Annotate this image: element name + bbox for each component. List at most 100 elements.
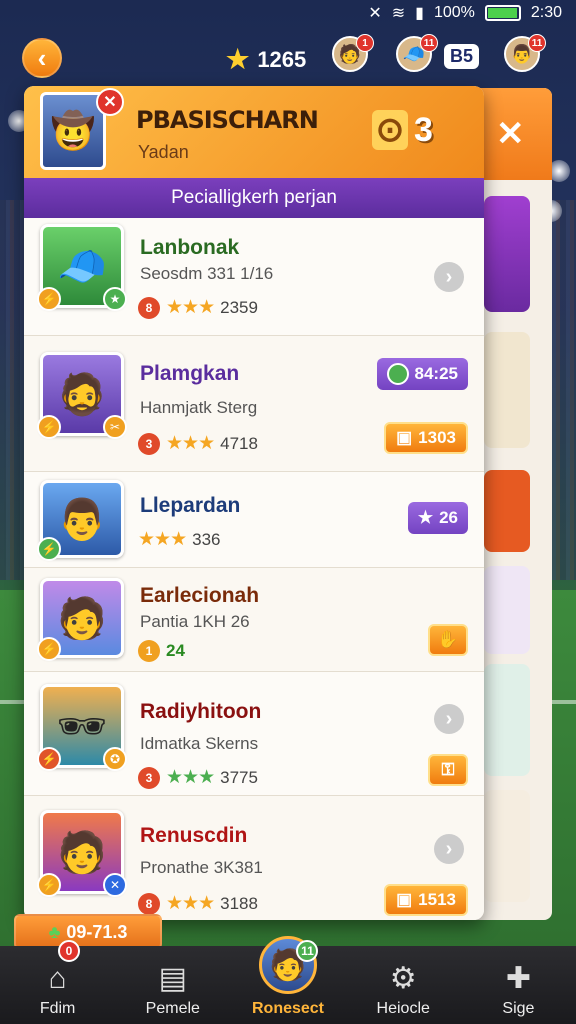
chevron-right-icon[interactable]: ›	[434, 704, 464, 734]
level-chip: B5	[444, 44, 480, 69]
code-value: 3	[414, 111, 433, 149]
list-item[interactable]: 👨 ⚡ Llepardan ★★★ 336 ★ 26	[24, 472, 484, 568]
hand-icon: ✋	[437, 630, 459, 649]
player-name: Llepardan	[140, 494, 241, 517]
avatar-icon: 🧑	[57, 830, 107, 875]
player-score: 3188	[220, 893, 258, 913]
player-subtitle: Idmatka Skerns	[140, 734, 259, 753]
reward-value: 1513	[418, 890, 456, 909]
code-display: ⊙ 3	[372, 110, 433, 150]
player-subtitle: Seosdm 331 1/16	[140, 264, 274, 283]
player-avatar: 🧑 ⚡	[37, 578, 124, 661]
player-name: Plamgkan	[140, 362, 240, 385]
clipboard-icon: ▤	[158, 962, 187, 995]
reward-button[interactable]: ▣ 1303	[384, 422, 468, 454]
list-item[interactable]: 🕶 ⚡ ✪ Radiyhitoon Idmatka Skerns 3 ★★★ 3…	[24, 672, 484, 796]
side-card	[484, 332, 530, 448]
nav-ronesect[interactable]: 🧑 11 Ronesect	[230, 936, 345, 1024]
star-icon: ★	[226, 44, 250, 74]
avatar-icon: 🕶	[56, 704, 108, 749]
friend-avatar[interactable]: 🧑 1	[332, 34, 374, 72]
stars-rating: ★★★	[166, 767, 215, 788]
side-card	[484, 790, 530, 902]
list-item[interactable]: 🧔 ⚡ ✂ Plamgkan Hanmjatk Sterg 3 ★★★ 4718…	[24, 336, 484, 472]
player-subtitle: Pronathe 3K381	[140, 858, 263, 877]
signal-icon: ▮	[415, 5, 424, 22]
section-title: Pecialligkerh perjan	[24, 178, 484, 218]
player-avatar: 🧑 ⚡ ✕	[37, 810, 127, 897]
avatar-icon: 🤠	[50, 110, 96, 151]
player-subtitle: Pantia 1KH 26	[140, 612, 250, 631]
star-badge-icon: ★	[103, 287, 127, 311]
notification-badge: 1	[356, 34, 374, 52]
rank-icon: ⚡	[37, 415, 61, 439]
badge-value: 26	[439, 508, 458, 527]
nav-sige[interactable]: ✚ Sige	[461, 946, 576, 1024]
badge-pill[interactable]: ★ 26	[407, 502, 468, 534]
player-stats: 8 ★★★ 3188	[138, 892, 258, 915]
player-stats: 1 24	[138, 640, 185, 662]
player-list-modal: 🤠 ✕ PBASISCHARN Yadan ⊙ 3 Pecialligkerh p…	[24, 86, 484, 920]
stars-rating: ★★★	[166, 297, 215, 318]
plus-icon	[386, 363, 409, 385]
list-item[interactable]: 🧑 ⚡ ✕ Renuscdin Pronathe 3K381 8 ★★★ 318…	[24, 796, 484, 920]
list-item[interactable]: 🧢 ⚡ ★ Lanbonak Seosdm 331 1/16 8 ★★★ 235…	[24, 218, 484, 336]
avatar-icon: 👨	[57, 497, 107, 542]
friend-avatar[interactable]: 👨 11	[504, 34, 546, 72]
lock-icon: ⊙	[372, 110, 408, 150]
chevron-left-icon: ‹	[37, 42, 47, 73]
star-count-value: 1265	[257, 46, 307, 72]
player-stats: 3 ★★★ 3775	[138, 766, 258, 789]
stars-rating: ★★★	[166, 893, 215, 914]
player-score: 3775	[220, 767, 258, 787]
rank-icon: ⚡	[37, 637, 61, 661]
player-score: 336	[192, 529, 221, 549]
puzzle-icon: ✚	[505, 962, 531, 995]
score-chip[interactable]: ♣ 09-71.3	[14, 914, 162, 950]
notification-badge: 11	[420, 34, 438, 52]
chevron-right-icon[interactable]: ›	[434, 834, 464, 864]
nav-heiocle[interactable]: ⚙ Heiocle	[346, 946, 461, 1024]
player-score: 2359	[220, 297, 258, 317]
player-subtitle: Hanmjatk Sterg	[140, 398, 258, 417]
side-card	[484, 196, 530, 312]
stars-rating: ★★★	[166, 433, 215, 454]
battery-percent: 100%	[433, 4, 475, 21]
notification-badge: 11	[528, 34, 546, 52]
bottom-navigation: 0 ⌂ Fdim ▤ Pemele 🧑 11 Ronesect ⚙ Heiocl…	[0, 936, 576, 1024]
timer-value: 84:25	[414, 364, 458, 383]
close-icon[interactable]: ✕	[496, 114, 525, 154]
list-item[interactable]: 🧑 ⚡ Earlecionah Pantia 1KH 26 1 24 ✋	[24, 568, 484, 672]
avatar-icon: 🧑	[57, 596, 107, 641]
player-score: 24	[166, 641, 185, 660]
modal-header: 🤠 ✕ PBASISCHARN Yadan ⊙ 3	[24, 86, 484, 178]
level-badge: 8	[138, 892, 160, 915]
player-avatar: 🕶 ⚡ ✪	[37, 684, 127, 771]
nav-label: Sige	[502, 1000, 535, 1017]
action-button[interactable]: ⚿	[428, 754, 468, 786]
close-button[interactable]: ✕	[96, 88, 124, 116]
action-button[interactable]: ✋	[428, 624, 468, 656]
side-card	[484, 664, 530, 776]
player-avatar: 🧔 ⚡ ✂	[37, 352, 127, 439]
reward-value: 1303	[418, 428, 456, 447]
home-icon: ⌂	[48, 962, 67, 995]
nav-pemele[interactable]: ▤ Pemele	[115, 946, 230, 1024]
modal-title: PBASISCHARN	[136, 106, 319, 134]
level-badge: 3	[138, 766, 160, 789]
player-avatar: 🧢 ⚡ ★	[37, 224, 127, 311]
player-name: Radiyhitoon	[140, 700, 262, 723]
back-button[interactable]: ‹	[22, 38, 62, 78]
friend-avatar[interactable]: 🧢 11	[396, 34, 438, 72]
timer-pill[interactable]: 84:25	[376, 358, 468, 390]
nav-home[interactable]: 0 ⌂ Fdim	[0, 940, 115, 1024]
mute-icon: ✕	[368, 5, 382, 22]
rank-icon: ⚡	[37, 873, 61, 897]
wifi-icon: ≋	[391, 5, 406, 22]
player-name: Earlecionah	[140, 584, 260, 607]
chevron-right-icon[interactable]: ›	[434, 262, 464, 292]
player-score: 4718	[220, 433, 258, 453]
reward-button[interactable]: ▣ 1513	[384, 884, 468, 916]
level-badge: 1	[138, 640, 160, 662]
player-stats: 8 ★★★ 2359	[138, 296, 258, 319]
